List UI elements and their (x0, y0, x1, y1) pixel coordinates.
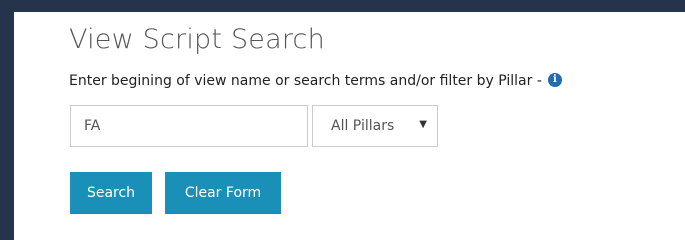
instructions-label: Enter begining of view name or search te… (69, 73, 542, 89)
view-script-search-panel: View Script Search Enter begining of vie… (14, 12, 685, 240)
window-frame-left (0, 0, 14, 240)
info-icon[interactable]: i (547, 73, 562, 87)
search-input[interactable] (70, 105, 308, 147)
pillar-select[interactable]: All Pillars ▼ (312, 105, 438, 147)
chevron-down-icon: ▼ (419, 119, 427, 130)
search-button[interactable]: Search (70, 172, 152, 214)
page-title: View Script Search (69, 24, 325, 55)
pillar-select-value: All Pillars (331, 118, 395, 134)
window-frame-top (0, 0, 685, 12)
instructions-text: Enter begining of view name or search te… (69, 73, 562, 89)
clear-form-button[interactable]: Clear Form (165, 172, 281, 214)
